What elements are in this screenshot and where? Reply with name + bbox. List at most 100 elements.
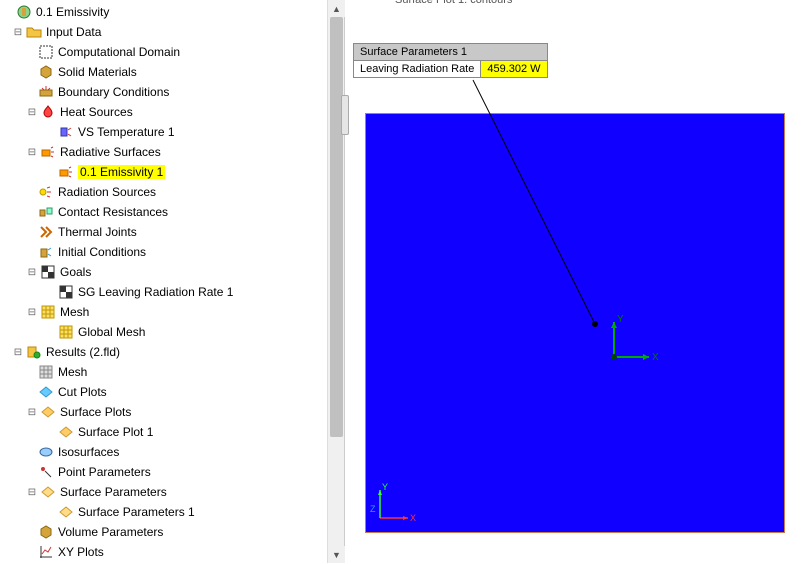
vertical-scrollbar[interactable]: ▲ ▼ [327, 0, 344, 563]
collapse-icon[interactable]: ⊟ [26, 306, 38, 318]
node-label: Computational Domain [58, 45, 180, 59]
cutplot-icon [38, 384, 54, 400]
tree-node-cut-plots[interactable]: Cut Plots [0, 382, 344, 402]
collapse-icon[interactable]: ⊟ [26, 266, 38, 278]
node-label: Surface Plot 1 [78, 425, 153, 439]
tree-node-radiative-surfaces[interactable]: ⊟ Radiative Surfaces [0, 142, 344, 162]
node-label: Radiation Sources [58, 185, 156, 199]
tree-node-isosurfaces[interactable]: Isosurfaces [0, 442, 344, 462]
surfaceparam-icon [58, 504, 74, 520]
tree-node-project-root[interactable]: ▸ 0.1 Emissivity [0, 2, 344, 22]
node-label: VS Temperature 1 [78, 125, 175, 139]
project-tree[interactable]: ▸ 0.1 Emissivity ⊟ Input Data Computatio… [0, 0, 344, 564]
node-label: Surface Plots [60, 405, 131, 419]
tree-node-surface-parameters-1[interactable]: Surface Parameters 1 [0, 502, 344, 522]
node-label: Radiative Surfaces [60, 145, 161, 159]
tree-node-input-data[interactable]: ⊟ Input Data [0, 22, 344, 42]
tree-node-boundary-conditions[interactable]: Boundary Conditions [0, 82, 344, 102]
node-label: Initial Conditions [58, 245, 146, 259]
results-icon [26, 344, 42, 360]
temperature-icon [58, 124, 74, 140]
tree-node-emissivity-1[interactable]: 0.1 Emissivity 1 [0, 162, 344, 182]
node-label: Boundary Conditions [58, 85, 169, 99]
node-label: Input Data [46, 25, 101, 39]
node-label: Mesh [58, 365, 87, 379]
node-label: Volume Parameters [58, 525, 163, 539]
project-icon [16, 4, 32, 20]
heat-icon [40, 104, 56, 120]
node-label: Cut Plots [58, 385, 107, 399]
node-label: Thermal Joints [58, 225, 137, 239]
collapse-icon[interactable]: ⊟ [26, 106, 38, 118]
surfaceparam-icon [40, 484, 56, 500]
tree-node-surface-plot-1[interactable]: Surface Plot 1 [0, 422, 344, 442]
radiation-source-icon [38, 184, 54, 200]
isosurface-icon [38, 444, 54, 460]
node-label: Mesh [60, 305, 89, 319]
node-label: Solid Materials [58, 65, 137, 79]
callout-title: Surface Parameters 1 [354, 44, 547, 61]
scroll-up-arrow[interactable]: ▲ [328, 0, 345, 17]
collapse-icon[interactable]: ⊟ [26, 406, 38, 418]
tree-node-results[interactable]: ⊟ Results (2.fld) [0, 342, 344, 362]
node-label: Global Mesh [78, 325, 145, 339]
tree-node-vs-temperature[interactable]: VS Temperature 1 [0, 122, 344, 142]
folder-icon [26, 24, 42, 40]
node-label: Surface Parameters [60, 485, 167, 499]
callout-surface-parameters[interactable]: Surface Parameters 1 Leaving Radiation R… [353, 43, 548, 78]
tree-node-goals[interactable]: ⊟ Goals [0, 262, 344, 282]
callout-param-label: Leaving Radiation Rate [354, 61, 481, 77]
collapse-icon[interactable]: ⊟ [12, 346, 24, 358]
node-label: Goals [60, 265, 91, 279]
node-label: Surface Parameters 1 [78, 505, 195, 519]
pointparam-icon [38, 464, 54, 480]
node-label: XY Plots [58, 545, 104, 559]
xyplot-icon [38, 544, 54, 560]
tree-node-solid-materials[interactable]: Solid Materials [0, 62, 344, 82]
node-label: 0.1 Emissivity 1 [78, 165, 165, 179]
scroll-thumb[interactable] [330, 17, 343, 437]
tree-node-surface-parameters[interactable]: ⊟ Surface Parameters [0, 482, 344, 502]
node-label: Results (2.fld) [46, 345, 120, 359]
node-label: 0.1 Emissivity [36, 5, 109, 19]
tree-node-xy-plots[interactable]: XY Plots [0, 542, 344, 562]
tree-sidebar: ▸ 0.1 Emissivity ⊟ Input Data Computatio… [0, 0, 345, 563]
tree-node-thermal-joints[interactable]: Thermal Joints [0, 222, 344, 242]
tree-node-surface-plots[interactable]: ⊟ Surface Plots [0, 402, 344, 422]
boundary-icon [38, 84, 54, 100]
tree-node-computational-domain[interactable]: Computational Domain [0, 42, 344, 62]
domain-icon [38, 44, 54, 60]
contact-icon [38, 204, 54, 220]
node-label: SG Leaving Radiation Rate 1 [78, 285, 233, 299]
tree-node-heat-sources[interactable]: ⊟ Heat Sources [0, 102, 344, 122]
main-viewport-area: Surface Plot 1: contours Surface Paramet… [345, 0, 805, 563]
tree-node-mesh[interactable]: ⊟ Mesh [0, 302, 344, 322]
goal-item-icon [58, 284, 74, 300]
tree-node-sg-goal[interactable]: SG Leaving Radiation Rate 1 [0, 282, 344, 302]
joints-icon [38, 224, 54, 240]
collapse-icon[interactable]: ⊟ [26, 486, 38, 498]
scroll-down-arrow[interactable]: ▼ [328, 546, 345, 563]
tree-node-results-mesh[interactable]: Mesh [0, 362, 344, 382]
surfaceplot-icon [58, 424, 74, 440]
mesh-icon [58, 324, 74, 340]
surfaceplot-icon [40, 404, 56, 420]
node-label: Point Parameters [58, 465, 151, 479]
initial-icon [38, 244, 54, 260]
tree-node-radiation-sources[interactable]: Radiation Sources [0, 182, 344, 202]
radiative-icon [40, 144, 56, 160]
volumeparam-icon [38, 524, 54, 540]
collapse-icon[interactable]: ⊟ [26, 146, 38, 158]
tree-node-contact-resistances[interactable]: Contact Resistances [0, 202, 344, 222]
node-label: Isosurfaces [58, 445, 119, 459]
tree-node-volume-parameters[interactable]: Volume Parameters [0, 522, 344, 542]
mesh-icon [40, 304, 56, 320]
node-label: Contact Resistances [58, 205, 168, 219]
node-label: Heat Sources [60, 105, 133, 119]
materials-icon [38, 64, 54, 80]
tree-node-point-parameters[interactable]: Point Parameters [0, 462, 344, 482]
tree-node-initial-conditions[interactable]: Initial Conditions [0, 242, 344, 262]
callout-leader-line [345, 0, 805, 560]
collapse-icon[interactable]: ⊟ [12, 26, 24, 38]
tree-node-global-mesh[interactable]: Global Mesh [0, 322, 344, 342]
